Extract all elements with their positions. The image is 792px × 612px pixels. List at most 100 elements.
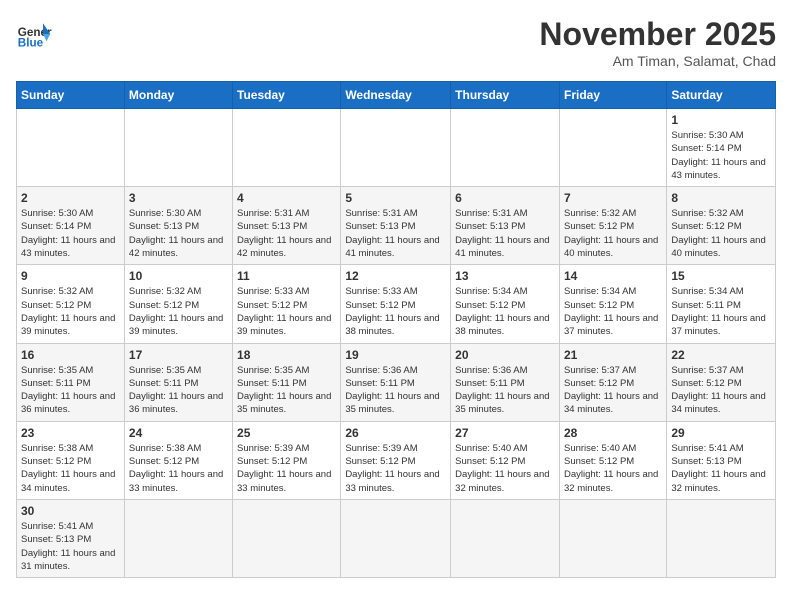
day-number: 17 (129, 348, 228, 362)
day-number: 2 (21, 191, 120, 205)
day-number: 26 (345, 426, 446, 440)
day-info: Sunrise: 5:36 AM Sunset: 5:11 PM Dayligh… (455, 364, 555, 417)
calendar-cell: 26 Sunrise: 5:39 AM Sunset: 5:12 PM Dayli… (341, 421, 451, 499)
calendar-cell: 3 Sunrise: 5:30 AM Sunset: 5:13 PM Daylig… (124, 187, 232, 265)
calendar-cell: 2 Sunrise: 5:30 AM Sunset: 5:14 PM Daylig… (17, 187, 125, 265)
day-number: 24 (129, 426, 228, 440)
day-info: Sunrise: 5:33 AM Sunset: 5:12 PM Dayligh… (345, 285, 446, 338)
calendar-cell: 29Sunrise: 5:41 AM Sunset: 5:13 PM Dayli… (667, 421, 776, 499)
day-info: Sunrise: 5:40 AM Sunset: 5:12 PM Dayligh… (564, 442, 662, 495)
calendar-cell: 4 Sunrise: 5:31 AM Sunset: 5:13 PM Daylig… (233, 187, 341, 265)
calendar-cell: 19Sunrise: 5:36 AM Sunset: 5:11 PM Dayli… (341, 343, 451, 421)
calendar-cell: 24 Sunrise: 5:38 AM Sunset: 5:12 PM Dayli… (124, 421, 232, 499)
calendar-cell: 28 Sunrise: 5:40 AM Sunset: 5:12 PM Dayli… (559, 421, 666, 499)
day-number: 13 (455, 269, 555, 283)
calendar-week-5: 23 Sunrise: 5:38 AM Sunset: 5:12 PM Dayli… (17, 421, 776, 499)
calendar-cell: 6 Sunrise: 5:31 AM Sunset: 5:13 PM Daylig… (451, 187, 560, 265)
day-number: 10 (129, 269, 228, 283)
calendar-cell (17, 109, 125, 187)
day-info: Sunrise: 5:32 AM Sunset: 5:12 PM Dayligh… (671, 207, 771, 260)
day-number: 12 (345, 269, 446, 283)
day-number: 20 (455, 348, 555, 362)
day-number: 7 (564, 191, 662, 205)
day-info: Sunrise: 5:30 AM Sunset: 5:14 PM Dayligh… (21, 207, 120, 260)
day-number: 3 (129, 191, 228, 205)
calendar-cell: 8 Sunrise: 5:32 AM Sunset: 5:12 PM Daylig… (667, 187, 776, 265)
weekday-header-sunday: Sunday (17, 82, 125, 109)
calendar-cell: 23Sunrise: 5:38 AM Sunset: 5:12 PM Dayli… (17, 421, 125, 499)
day-number: 9 (21, 269, 120, 283)
calendar-cell (124, 109, 232, 187)
location-subtitle: Am Timan, Salamat, Chad (539, 53, 776, 69)
weekday-header-saturday: Saturday (667, 82, 776, 109)
day-info: Sunrise: 5:37 AM Sunset: 5:12 PM Dayligh… (671, 364, 771, 417)
month-title: November 2025 (539, 16, 776, 53)
calendar-cell (559, 109, 666, 187)
day-info: Sunrise: 5:31 AM Sunset: 5:13 PM Dayligh… (237, 207, 336, 260)
day-info: Sunrise: 5:31 AM Sunset: 5:13 PM Dayligh… (345, 207, 446, 260)
day-info: Sunrise: 5:32 AM Sunset: 5:12 PM Dayligh… (21, 285, 120, 338)
day-info: Sunrise: 5:30 AM Sunset: 5:13 PM Dayligh… (129, 207, 228, 260)
day-info: Sunrise: 5:40 AM Sunset: 5:12 PM Dayligh… (455, 442, 555, 495)
day-info: Sunrise: 5:34 AM Sunset: 5:12 PM Dayligh… (455, 285, 555, 338)
logo-icon: General Blue (16, 16, 52, 52)
day-info: Sunrise: 5:31 AM Sunset: 5:13 PM Dayligh… (455, 207, 555, 260)
day-number: 30 (21, 504, 120, 518)
day-number: 4 (237, 191, 336, 205)
svg-text:Blue: Blue (18, 37, 44, 50)
day-number: 1 (671, 113, 771, 127)
calendar-cell: 17 Sunrise: 5:35 AM Sunset: 5:11 PM Dayli… (124, 343, 232, 421)
weekday-header-thursday: Thursday (451, 82, 560, 109)
calendar-cell: 20 Sunrise: 5:36 AM Sunset: 5:11 PM Dayli… (451, 343, 560, 421)
day-info: Sunrise: 5:36 AM Sunset: 5:11 PM Dayligh… (345, 364, 446, 417)
calendar-cell (341, 109, 451, 187)
calendar-cell (667, 499, 776, 577)
day-number: 28 (564, 426, 662, 440)
day-info: Sunrise: 5:35 AM Sunset: 5:11 PM Dayligh… (237, 364, 336, 417)
weekday-header-wednesday: Wednesday (341, 82, 451, 109)
day-info: Sunrise: 5:33 AM Sunset: 5:12 PM Dayligh… (237, 285, 336, 338)
calendar-cell: 30 Sunrise: 5:41 AM Sunset: 5:13 PM Dayli… (17, 499, 125, 577)
calendar-cell: 18 Sunrise: 5:35 AM Sunset: 5:11 PM Dayli… (233, 343, 341, 421)
calendar-cell: 1 Sunrise: 5:30 AM Sunset: 5:14 PM Daylig… (667, 109, 776, 187)
calendar-week-3: 9 Sunrise: 5:32 AM Sunset: 5:12 PM Daylig… (17, 265, 776, 343)
calendar-table: SundayMondayTuesdayWednesdayThursdayFrid… (16, 81, 776, 578)
day-number: 8 (671, 191, 771, 205)
calendar-cell: 25Sunrise: 5:39 AM Sunset: 5:12 PM Dayli… (233, 421, 341, 499)
calendar-cell: 10Sunrise: 5:32 AM Sunset: 5:12 PM Dayli… (124, 265, 232, 343)
calendar-cell (559, 499, 666, 577)
calendar-cell: 22 Sunrise: 5:37 AM Sunset: 5:12 PM Dayli… (667, 343, 776, 421)
day-info: Sunrise: 5:30 AM Sunset: 5:14 PM Dayligh… (671, 129, 771, 182)
weekday-header-tuesday: Tuesday (233, 82, 341, 109)
calendar-cell: 11Sunrise: 5:33 AM Sunset: 5:12 PM Dayli… (233, 265, 341, 343)
day-number: 27 (455, 426, 555, 440)
day-number: 22 (671, 348, 771, 362)
day-info: Sunrise: 5:32 AM Sunset: 5:12 PM Dayligh… (564, 207, 662, 260)
calendar-week-4: 16Sunrise: 5:35 AM Sunset: 5:11 PM Dayli… (17, 343, 776, 421)
day-number: 18 (237, 348, 336, 362)
day-info: Sunrise: 5:35 AM Sunset: 5:11 PM Dayligh… (129, 364, 228, 417)
calendar-cell: 21Sunrise: 5:37 AM Sunset: 5:12 PM Dayli… (559, 343, 666, 421)
calendar-cell: 14Sunrise: 5:34 AM Sunset: 5:12 PM Dayli… (559, 265, 666, 343)
day-info: Sunrise: 5:39 AM Sunset: 5:12 PM Dayligh… (345, 442, 446, 495)
calendar-cell (451, 499, 560, 577)
weekday-header-friday: Friday (559, 82, 666, 109)
title-area: November 2025 Am Timan, Salamat, Chad (539, 16, 776, 69)
day-info: Sunrise: 5:38 AM Sunset: 5:12 PM Dayligh… (129, 442, 228, 495)
day-info: Sunrise: 5:34 AM Sunset: 5:12 PM Dayligh… (564, 285, 662, 338)
day-info: Sunrise: 5:39 AM Sunset: 5:12 PM Dayligh… (237, 442, 336, 495)
calendar-body: 1 Sunrise: 5:30 AM Sunset: 5:14 PM Daylig… (17, 109, 776, 578)
calendar-cell: 12 Sunrise: 5:33 AM Sunset: 5:12 PM Dayli… (341, 265, 451, 343)
calendar-cell (451, 109, 560, 187)
day-info: Sunrise: 5:41 AM Sunset: 5:13 PM Dayligh… (21, 520, 120, 573)
calendar-cell (341, 499, 451, 577)
day-number: 6 (455, 191, 555, 205)
calendar-cell: 27 Sunrise: 5:40 AM Sunset: 5:12 PM Dayli… (451, 421, 560, 499)
calendar-cell: 13 Sunrise: 5:34 AM Sunset: 5:12 PM Dayli… (451, 265, 560, 343)
day-number: 23 (21, 426, 120, 440)
calendar-week-6: 30 Sunrise: 5:41 AM Sunset: 5:13 PM Dayli… (17, 499, 776, 577)
calendar-cell: 7 Sunrise: 5:32 AM Sunset: 5:12 PM Daylig… (559, 187, 666, 265)
weekday-header-monday: Monday (124, 82, 232, 109)
day-info: Sunrise: 5:37 AM Sunset: 5:12 PM Dayligh… (564, 364, 662, 417)
calendar-cell: 16Sunrise: 5:35 AM Sunset: 5:11 PM Dayli… (17, 343, 125, 421)
